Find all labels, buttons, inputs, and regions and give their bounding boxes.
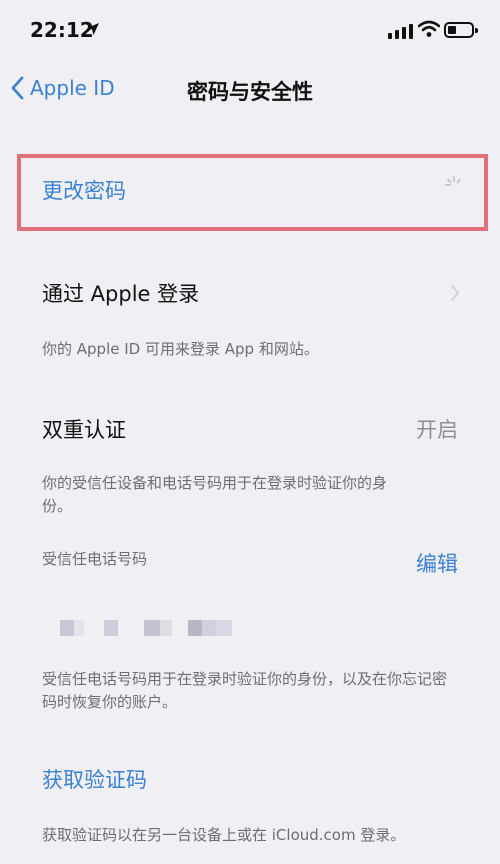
edit-button[interactable]: 编辑 xyxy=(416,548,458,578)
sign-in-with-apple-label: 通过 Apple 登录 xyxy=(42,282,200,306)
navigation-bar: Apple ID 密码与安全性 xyxy=(0,62,500,116)
trusted-phone-number xyxy=(60,620,232,636)
spinner-icon xyxy=(445,176,461,186)
page-title: 密码与安全性 xyxy=(187,80,313,104)
change-password-label: 更改密码 xyxy=(42,179,126,203)
chevron-right-icon xyxy=(451,285,460,301)
get-code-label: 获取验证码 xyxy=(42,768,147,792)
get-code-row[interactable]: 获取验证码 xyxy=(0,744,500,814)
change-password-row[interactable]: 更改密码 xyxy=(0,155,500,225)
wifi-icon xyxy=(418,20,440,37)
location-arrow-icon xyxy=(87,23,99,35)
get-code-footnote: 获取验证码以在另一台设备上或在 iCloud.com 登录。 xyxy=(42,826,406,844)
trusted-phone-header: 受信任电话号码 xyxy=(42,550,148,568)
two-factor-status: 开启 xyxy=(416,418,458,442)
status-bar: 22:12 xyxy=(0,0,500,62)
two-factor-row: 双重认证 开启 xyxy=(0,394,500,464)
cellular-signal-icon xyxy=(388,24,413,39)
status-time: 22:12 xyxy=(30,18,94,42)
battery-icon xyxy=(444,22,478,38)
two-factor-footnote: 你的受信任设备和电话号码用于在登录时验证你的身份。 xyxy=(42,474,388,515)
sign-in-footnote: 你的 Apple ID 可用来登录 App 和网站。 xyxy=(42,340,319,358)
sign-in-with-apple-row[interactable]: 通过 Apple 登录 xyxy=(0,258,500,328)
trusted-phone-footnote: 受信任电话号码用于在登录时验证你的身份，以及在你忘记密码时恢复你的账户。 xyxy=(42,670,448,711)
two-factor-label: 双重认证 xyxy=(42,418,126,442)
